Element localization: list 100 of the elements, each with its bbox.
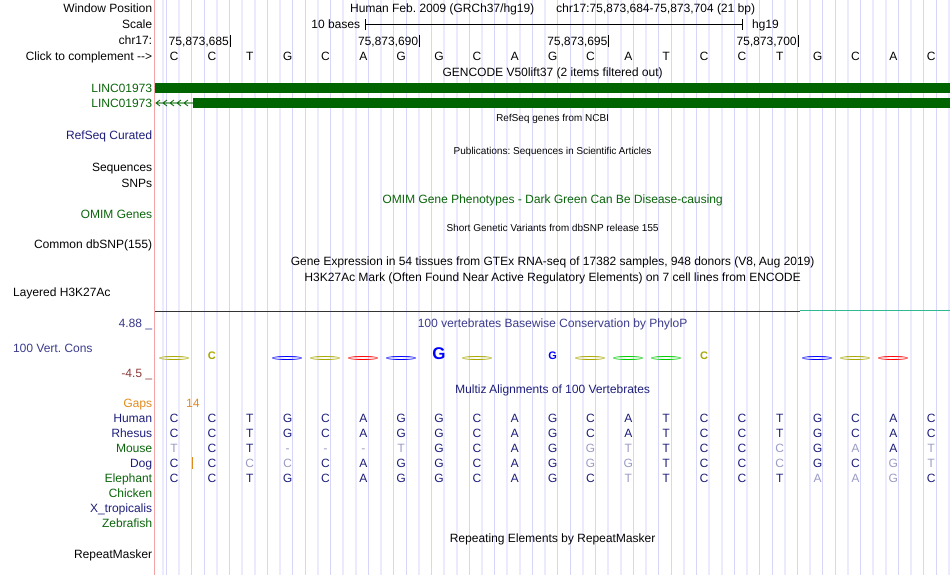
aligned-base: G	[812, 456, 822, 470]
aligned-base: C	[472, 456, 482, 470]
aligned-base: C	[737, 410, 746, 424]
gene-label[interactable]: LINC01973	[91, 96, 152, 110]
logo-letter: C	[700, 352, 708, 361]
aligned-base: G	[548, 440, 558, 454]
aligned-base: A	[359, 470, 368, 484]
aligned-base: C	[775, 456, 784, 470]
logo-letter: C	[208, 352, 216, 361]
gene-bar[interactable]	[193, 98, 950, 108]
aligned-base: G	[624, 456, 633, 470]
track-label: RefSeq Curated	[66, 128, 152, 142]
aligned-base: C	[207, 426, 216, 440]
track-label: SNPs	[121, 176, 152, 190]
track-title: Short Genetic Variants from dbSNP release 155	[446, 223, 658, 234]
aligned-base: T	[662, 410, 670, 424]
aligned-base: C	[321, 456, 330, 470]
aligned-base: C	[737, 426, 746, 440]
aligned-base: T	[776, 410, 784, 424]
aligned-base: T	[170, 440, 178, 454]
aligned-base: C	[472, 440, 482, 454]
aligned-base: G	[548, 410, 558, 424]
aligned-base: A	[851, 440, 860, 454]
aligned-base: T	[927, 440, 935, 454]
aligned-base: C	[245, 456, 254, 470]
aligned-base: C	[586, 470, 595, 484]
species-label: Elephant	[104, 470, 152, 484]
track-title: GENCODE V50lift37 (2 items filtered out)	[442, 65, 663, 79]
complement-link[interactable]: Click to complement -->	[26, 49, 152, 63]
base-letter[interactable]: C	[926, 49, 936, 63]
aligned-base: T	[662, 470, 670, 484]
track-title: RefSeq genes from NCBI	[496, 113, 609, 124]
ruler-label: 75,873,685	[168, 35, 231, 47]
aligned-base: T	[246, 426, 254, 440]
logo-letter: G	[548, 352, 557, 361]
aligned-base: C	[170, 456, 178, 470]
ruler-label: 75,873,695	[547, 35, 610, 47]
aligned-base: C	[321, 426, 330, 440]
base-letter[interactable]: G	[434, 49, 444, 63]
aligned-base: A	[510, 426, 519, 440]
aligned-base: G	[282, 426, 292, 440]
aligned-base: -	[361, 440, 366, 454]
track-label: RepeatMasker	[74, 547, 152, 561]
aligned-base: G	[888, 470, 898, 484]
aligned-base: G	[396, 426, 406, 440]
aligned-base: -	[285, 440, 290, 454]
track-label: Gaps	[123, 396, 152, 410]
track-label: Scale	[122, 17, 152, 31]
aligned-base: A	[813, 470, 822, 484]
aligned-base: C	[586, 410, 595, 424]
gene-label[interactable]: LINC01973	[91, 80, 152, 94]
aligned-base: G	[812, 410, 822, 424]
base-letter[interactable]: T	[662, 49, 670, 63]
base-letter[interactable]: C	[472, 49, 482, 63]
aligned-base: T	[776, 470, 784, 484]
aligned-base: C	[207, 440, 216, 454]
aligned-base: C	[775, 440, 784, 454]
base-letter[interactable]: A	[510, 49, 519, 63]
base-letter[interactable]: T	[246, 49, 254, 63]
ruler-label: 75,873,690	[358, 35, 420, 47]
aligned-base: C	[700, 426, 708, 440]
aligned-base: C	[170, 410, 178, 424]
aligned-base: A	[889, 440, 898, 454]
aligned-base: A	[889, 426, 898, 440]
aligned-base: A	[510, 440, 519, 454]
aligned-base: C	[700, 410, 708, 424]
aligned-base: G	[586, 440, 596, 454]
base-letter[interactable]: C	[207, 49, 216, 63]
base-letter[interactable]: A	[889, 49, 898, 63]
aligned-base: C	[321, 470, 330, 484]
aligned-base: -	[323, 440, 328, 454]
base-letter[interactable]: T	[776, 49, 784, 63]
base-letter[interactable]: C	[321, 49, 330, 63]
base-letter[interactable]: C	[851, 49, 860, 63]
aligned-base: A	[624, 410, 632, 424]
aligned-base: C	[207, 470, 216, 484]
base-letter[interactable]: G	[282, 49, 292, 63]
gene-bar[interactable]	[155, 82, 950, 92]
base-letter[interactable]: G	[396, 49, 406, 63]
assembly-label: hg19	[752, 17, 779, 31]
track-title: 100 vertebrates Basewise Conservation by PhyloP	[418, 316, 688, 330]
species-label: X_tropicalis	[90, 500, 152, 514]
base-letter[interactable]: C	[700, 49, 708, 63]
aligned-base: A	[359, 426, 368, 440]
aligned-base: G	[282, 410, 292, 424]
aligned-base: G	[888, 456, 898, 470]
base-letter[interactable]: G	[548, 49, 558, 63]
base-letter[interactable]: A	[359, 49, 368, 63]
aligned-base: G	[396, 470, 406, 484]
aligned-base: T	[246, 470, 254, 484]
base-letter[interactable]: A	[624, 49, 632, 63]
aligned-base: G	[434, 410, 444, 424]
aligned-base: C	[700, 440, 708, 454]
aligned-base: T	[662, 456, 670, 470]
base-letter[interactable]: C	[586, 49, 595, 63]
aligned-base: G	[548, 426, 558, 440]
base-letter[interactable]: C	[170, 49, 178, 63]
base-letter[interactable]: G	[812, 49, 822, 63]
base-letter[interactable]: C	[737, 49, 746, 63]
aligned-base: C	[851, 456, 860, 470]
